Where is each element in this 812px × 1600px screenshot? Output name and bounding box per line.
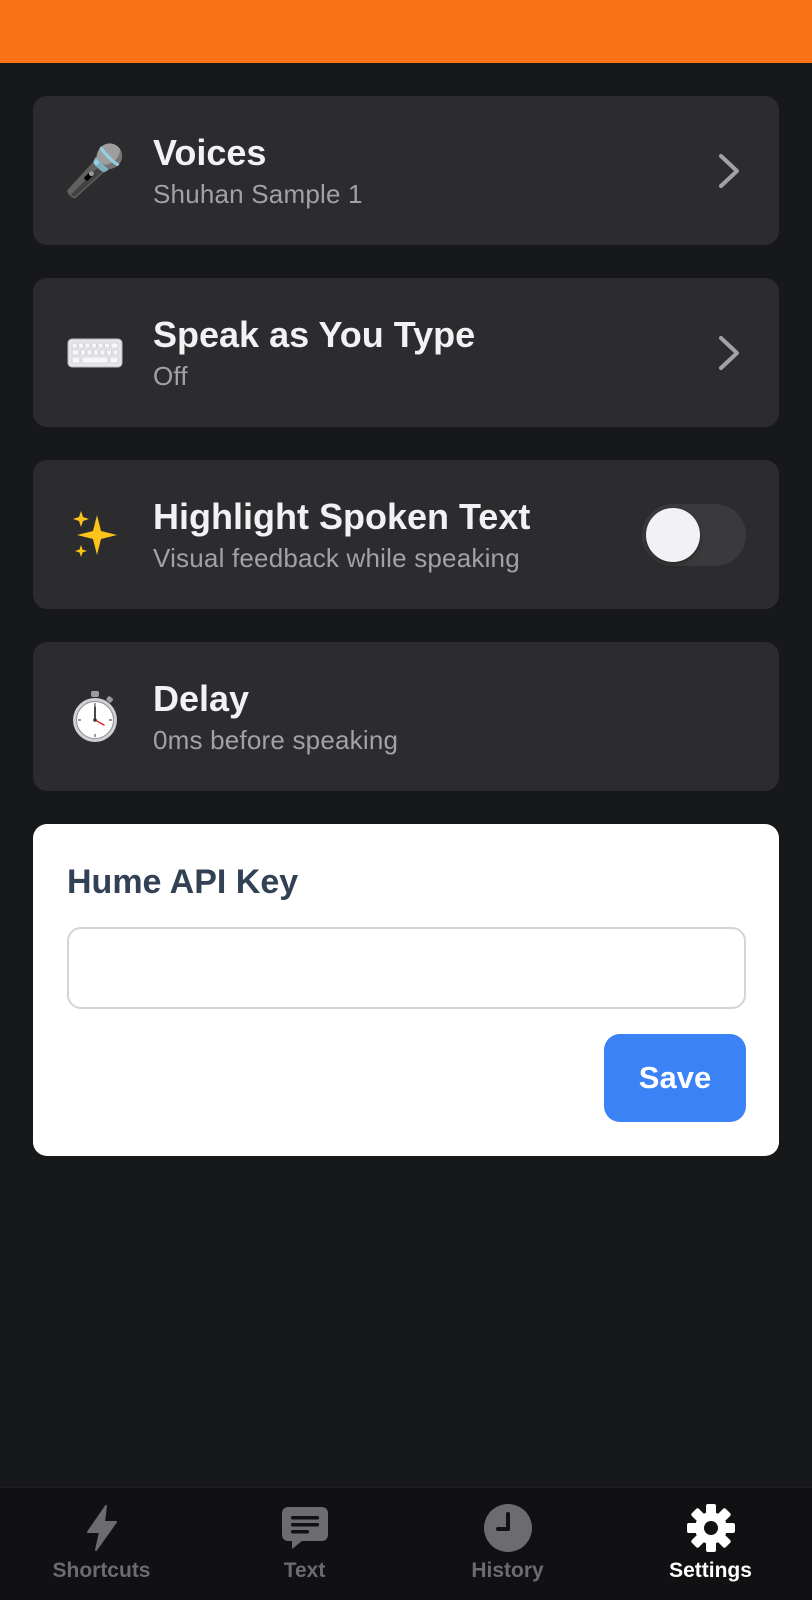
settings-screen: 🎤 Voices Shuhan Sample 1 Speak as You Ty…	[0, 0, 812, 1600]
voices-setting-value: Shuhan Sample 1	[153, 179, 363, 209]
highlight-spoken-text-setting-card: Highlight Spoken Text Visual feedback wh…	[33, 460, 779, 609]
speak-as-you-type-setting-value: Off	[153, 361, 188, 391]
delay-setting-title: Delay	[153, 678, 250, 719]
save-button[interactable]: Save	[604, 1034, 746, 1122]
top-status-bar	[0, 0, 812, 63]
chevron-right-icon	[719, 153, 739, 188]
speak-as-you-type-setting-title: Speak as You Type	[153, 314, 476, 355]
settings-content: 🎤 Voices Shuhan Sample 1 Speak as You Ty…	[33, 96, 779, 1156]
api-key-title: Hume API Key	[67, 863, 299, 901]
highlight-spoken-text-setting-title: Highlight Spoken Text	[153, 496, 531, 537]
tab-settings-label: Settings	[669, 1559, 752, 1582]
tab-settings[interactable]: Settings	[609, 1488, 812, 1600]
highlight-spoken-text-toggle[interactable]	[642, 503, 746, 566]
stopwatch-icon	[67, 689, 123, 745]
microphone-icon: 🎤	[63, 141, 127, 200]
highlight-spoken-text-setting-description: Visual feedback while speaking	[153, 543, 520, 573]
tab-text[interactable]: Text	[203, 1488, 406, 1600]
sparkles-icon	[67, 507, 123, 563]
api-key-card: Hume API Key Save	[33, 824, 779, 1156]
tab-history-label: History	[471, 1559, 544, 1582]
keyboard-icon	[67, 325, 123, 381]
clock-icon	[482, 1502, 534, 1554]
tab-shortcuts-label: Shortcuts	[52, 1559, 151, 1582]
api-key-input[interactable]	[67, 927, 746, 1009]
speak-as-you-type-setting-card[interactable]: Speak as You Type Off	[33, 278, 779, 427]
chevron-right-icon	[719, 335, 739, 370]
tab-history[interactable]: History	[406, 1488, 609, 1600]
gear-icon	[685, 1502, 737, 1554]
tab-text-label: Text	[283, 1559, 326, 1582]
delay-setting-text: Delay 0ms before speaking	[153, 678, 398, 758]
speak-as-you-type-setting-text: Speak as You Type Off	[153, 314, 475, 394]
voices-setting-text: Voices Shuhan Sample 1	[153, 132, 363, 212]
chat-bubble-icon	[279, 1502, 331, 1554]
highlight-spoken-text-setting-text: Highlight Spoken Text Visual feedback wh…	[153, 496, 530, 576]
lightning-icon	[76, 1502, 128, 1554]
bottom-tab-bar: Shortcuts Text History Settings	[0, 1487, 812, 1600]
tab-shortcuts[interactable]: Shortcuts	[0, 1488, 203, 1600]
delay-setting-card[interactable]: Delay 0ms before speaking	[33, 642, 779, 791]
toggle-knob	[646, 507, 700, 562]
delay-setting-value: 0ms before speaking	[153, 725, 399, 755]
voices-setting-card[interactable]: 🎤 Voices Shuhan Sample 1	[33, 96, 779, 245]
voices-setting-title: Voices	[153, 132, 267, 173]
